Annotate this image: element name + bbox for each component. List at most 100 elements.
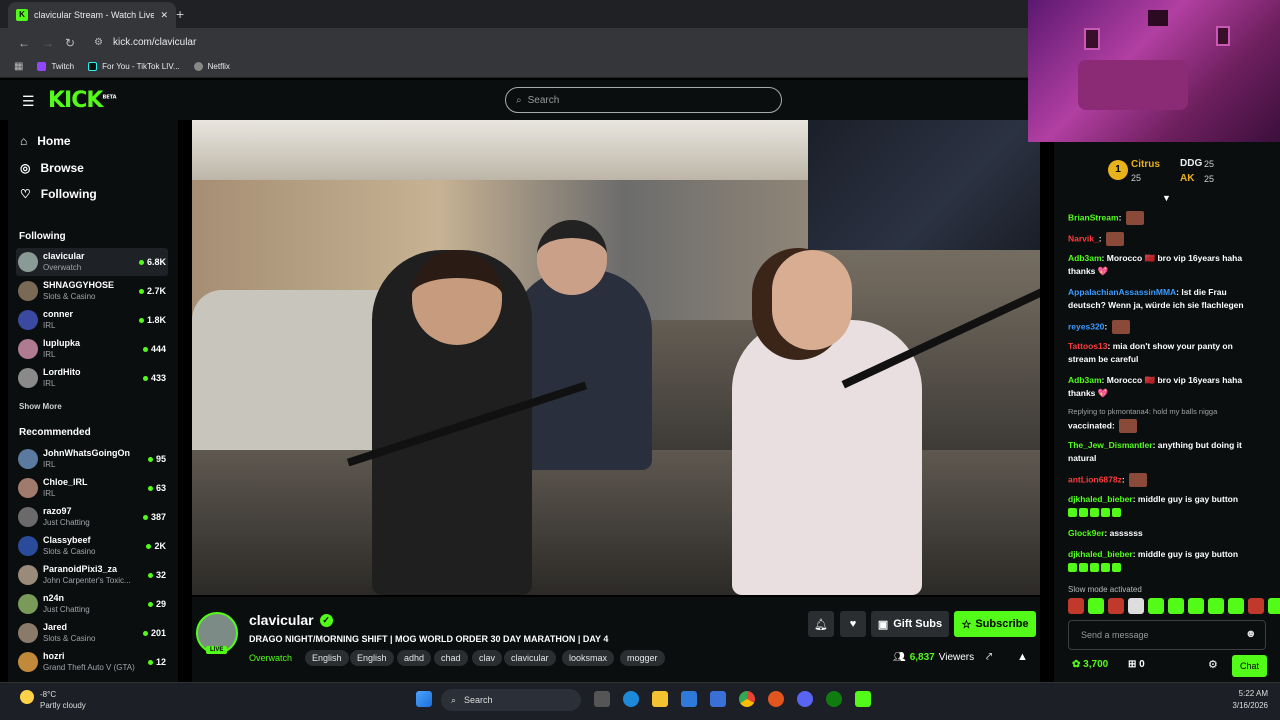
chat-username[interactable]: antLion6878z xyxy=(1068,474,1122,484)
close-tab-icon[interactable]: ✕ xyxy=(160,10,168,21)
gifter-name[interactable]: Citrus xyxy=(1131,159,1160,170)
chat-username[interactable]: The_Jew_Dismantler xyxy=(1068,440,1153,450)
chat-username[interactable]: Narvik_ xyxy=(1068,233,1099,243)
sidebar-channel[interactable]: clavicular Overwatch 6.8K xyxy=(16,248,168,276)
emote-icon[interactable] xyxy=(1128,598,1144,614)
discord-icon[interactable] xyxy=(797,691,813,707)
chat-message[interactable]: BrianStream: xyxy=(1068,211,1258,225)
gift-subs-button[interactable]: ▣ Gift Subs xyxy=(871,611,949,637)
chat-message[interactable]: Glock9er: assssss xyxy=(1068,527,1258,540)
chat-username[interactable]: reyes320 xyxy=(1068,321,1104,331)
file-explorer-icon[interactable] xyxy=(652,691,668,707)
channel-name[interactable]: clavicular ✓ xyxy=(249,612,333,628)
stream-tag[interactable]: clavicular xyxy=(504,650,556,666)
weather-widget[interactable]: -8°C Partly cloudy xyxy=(40,689,86,711)
chat-message[interactable]: AppalachianAssassinMMA: Ist die Frau deu… xyxy=(1068,286,1258,312)
sidebar-channel[interactable]: Classybeef Slots & Casino 2K xyxy=(16,532,168,560)
sidebar-channel[interactable]: Jared Slots & Casino 201 xyxy=(16,619,168,647)
chat-message[interactable]: The_Jew_Dismantler: anything but doing i… xyxy=(1068,439,1258,465)
store-icon[interactable] xyxy=(681,691,697,707)
bookmark-netflix[interactable]: Netflix xyxy=(193,62,230,71)
subscribe-button[interactable]: ☆ Subscribe xyxy=(954,611,1036,637)
emote-icon[interactable] xyxy=(1188,598,1204,614)
gift-count[interactable]: ⊞ 0 xyxy=(1128,659,1145,670)
stream-tag[interactable]: English xyxy=(305,650,349,666)
sidebar-channel[interactable]: n24n Just Chatting 29 xyxy=(16,590,168,618)
collapse-icon[interactable]: ▼ xyxy=(1162,193,1171,203)
follow-button[interactable]: ♥ xyxy=(840,611,866,637)
stream-tag[interactable]: chad xyxy=(434,650,468,666)
notification-bell-button[interactable]: 🔔︎ xyxy=(808,611,834,637)
nav-browse[interactable]: ◎ Browse xyxy=(20,161,84,175)
sidebar-channel[interactable]: conner IRL 1.8K xyxy=(16,306,168,334)
emote-icon[interactable] xyxy=(1148,598,1164,614)
chat-username[interactable]: AppalachianAssassinMMA xyxy=(1068,287,1176,297)
emoji-icon[interactable]: ☻ xyxy=(1245,628,1257,640)
stream-tag[interactable]: looksmax xyxy=(562,650,615,666)
stream-category[interactable]: Overwatch xyxy=(249,653,292,663)
chat-message[interactable]: Narvik_: xyxy=(1068,232,1258,246)
bookmark-twitch[interactable]: Twitch xyxy=(37,62,74,71)
chat-username[interactable]: BrianStream xyxy=(1068,212,1119,222)
chrome-icon[interactable] xyxy=(739,691,755,707)
stream-tag[interactable]: adhd xyxy=(397,650,432,666)
stream-tag[interactable]: mogger xyxy=(620,650,665,666)
url-field[interactable]: ⚙ kick.com/clavicular xyxy=(86,32,1016,52)
chat-message[interactable]: antLion6878z: xyxy=(1068,473,1258,487)
emote-icon[interactable] xyxy=(1228,598,1244,614)
emote-icon[interactable] xyxy=(1108,598,1124,614)
kick-app-icon[interactable] xyxy=(855,691,871,707)
chat-message[interactable]: Tattoos13: mia don't show your panty on … xyxy=(1068,340,1258,366)
task-view-icon[interactable] xyxy=(594,691,610,707)
video-player[interactable] xyxy=(192,120,1040,595)
sidebar-channel[interactable]: LordHito IRL 433 xyxy=(16,364,168,392)
browser-tab[interactable]: K clavicular Stream - Watch Live o ✕ xyxy=(8,2,176,28)
sidebar-channel[interactable]: luplupka IRL 444 xyxy=(16,335,168,363)
apps-grid-icon[interactable]: ▦ xyxy=(14,61,23,72)
edge-icon[interactable] xyxy=(623,691,639,707)
back-icon[interactable]: ← xyxy=(18,36,30,50)
emote-icon[interactable] xyxy=(1068,598,1084,614)
outlook-icon[interactable] xyxy=(710,691,726,707)
app-icon[interactable] xyxy=(768,691,784,707)
show-more-link[interactable]: Show More xyxy=(19,402,62,411)
chat-message[interactable]: djkhaled_bieber: middle guy is gay butto… xyxy=(1068,548,1258,574)
emote-icon[interactable] xyxy=(1088,598,1104,614)
stream-tag[interactable]: English xyxy=(350,650,394,666)
chat-message[interactable]: djkhaled_bieber: middle guy is gay butto… xyxy=(1068,493,1258,519)
site-info-icon[interactable]: ⚙ xyxy=(94,37,103,48)
taskbar-search[interactable]: ⌕ Search xyxy=(441,689,581,711)
sidebar-channel[interactable]: razo97 Just Chatting 387 xyxy=(16,503,168,531)
emote-icon[interactable] xyxy=(1248,598,1264,614)
gifter-name[interactable]: AK xyxy=(1180,173,1194,184)
stream-tag[interactable]: clav xyxy=(472,650,503,666)
menu-icon[interactable]: ☰ xyxy=(22,93,35,110)
chat-username[interactable]: vaccinated xyxy=(1068,420,1112,430)
bookmark-tiktok[interactable]: For You - TikTok LIV... xyxy=(88,62,180,71)
chat-username[interactable]: djkhaled_bieber xyxy=(1068,494,1133,504)
chat-input[interactable]: Send a message xyxy=(1068,620,1266,650)
chat-message[interactable]: reyes320: xyxy=(1068,320,1258,334)
sidebar-channel[interactable]: SHNAGGYHOSE Slots & Casino 2.7K xyxy=(16,277,168,305)
kick-logo[interactable]: KICKBETA xyxy=(48,88,117,113)
send-chat-button[interactable]: Chat xyxy=(1232,655,1267,677)
emote-icon[interactable] xyxy=(1268,598,1280,614)
chat-username[interactable]: Adb3am xyxy=(1068,253,1102,263)
share-icon[interactable]: ⤤ xyxy=(986,651,992,664)
nav-following[interactable]: ♡ Following xyxy=(20,187,97,201)
gifter-name[interactable]: DDG xyxy=(1180,158,1202,169)
gear-icon[interactable]: ⚙ xyxy=(1208,658,1218,671)
chat-username[interactable]: djkhaled_bieber xyxy=(1068,549,1133,559)
nav-home[interactable]: ⌂ Home xyxy=(20,134,71,148)
emote-icon[interactable] xyxy=(1168,598,1184,614)
search-input[interactable]: ⌕ Search xyxy=(505,87,782,113)
new-tab-button[interactable]: + xyxy=(176,6,184,22)
chat-username[interactable]: Adb3am xyxy=(1068,375,1102,385)
sidebar-channel[interactable]: hozri Grand Theft Auto V (GTA) 12 xyxy=(16,648,168,676)
chat-username[interactable]: Glock9er xyxy=(1068,528,1104,538)
chat-username[interactable]: Tattoos13 xyxy=(1068,341,1108,351)
channel-points[interactable]: ✿ 3,700 xyxy=(1072,659,1108,670)
reload-icon[interactable]: ↻ xyxy=(65,36,75,50)
forward-icon[interactable]: → xyxy=(42,36,54,50)
xbox-icon[interactable] xyxy=(826,691,842,707)
